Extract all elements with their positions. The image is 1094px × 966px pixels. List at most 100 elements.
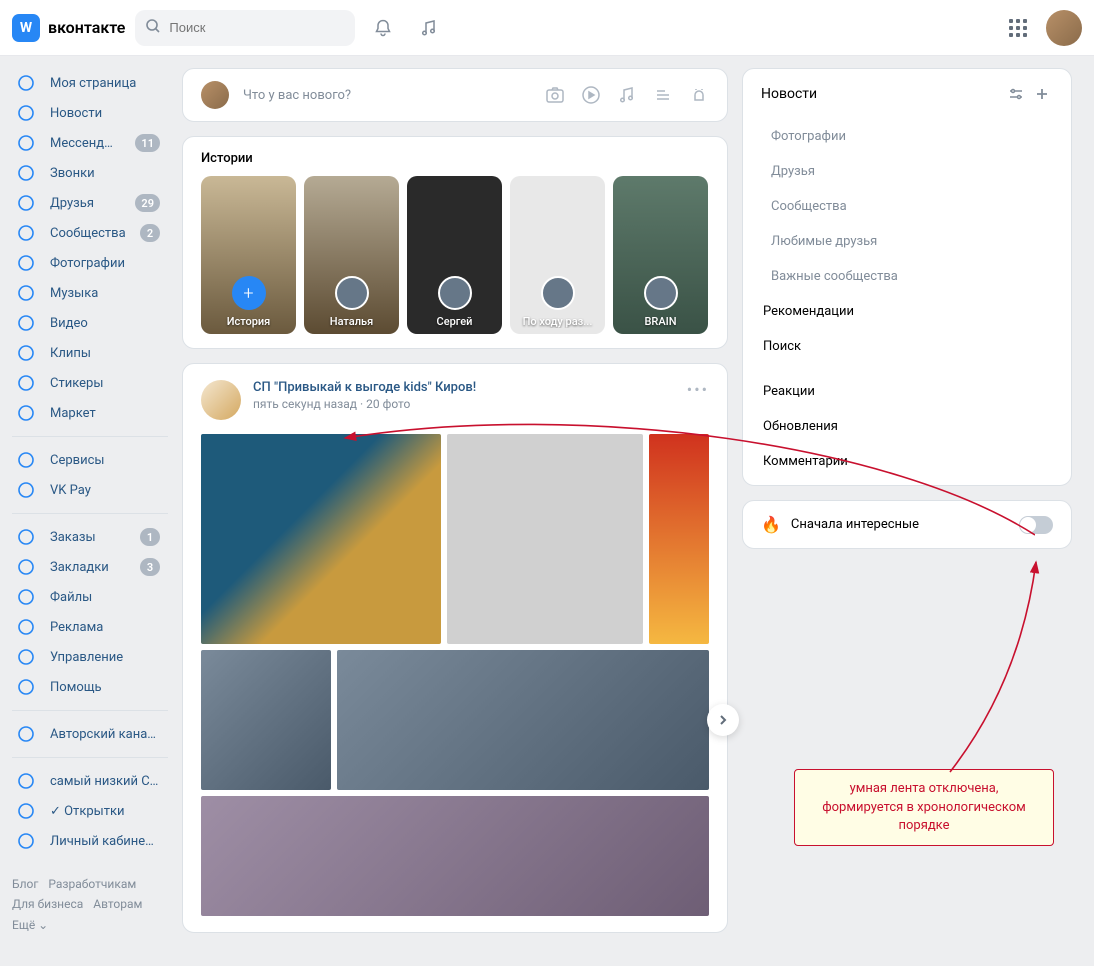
sidebar-item-label: Управление: [50, 650, 160, 665]
camera-icon[interactable]: [545, 85, 565, 105]
gallery-next-button[interactable]: [707, 704, 739, 736]
sidebar-item[interactable]: Реклама: [12, 612, 168, 642]
news-filter-link[interactable]: Комментарии: [743, 444, 1071, 479]
sidebar-item[interactable]: самый низкий СП2: [12, 766, 168, 796]
news-filter-link[interactable]: Любимые друзья: [743, 224, 1071, 259]
story-item[interactable]: Сергей: [407, 176, 502, 334]
sidebar-item[interactable]: Закладки3: [12, 552, 168, 582]
news-filter-link[interactable]: Сообщества: [743, 189, 1071, 224]
sidebar-item[interactable]: Стикеры: [12, 368, 168, 398]
sidebar-item[interactable]: Видео: [12, 308, 168, 338]
stories-section: Истории +ИсторияНатальяСергейПо ходу раз…: [182, 136, 728, 349]
news-filter-link[interactable]: Друзья: [743, 154, 1071, 189]
footer-link[interactable]: Блог: [12, 877, 38, 891]
bell-icon[interactable]: [365, 10, 401, 46]
post-author-link[interactable]: СП "Привыкай к выгоде kids" Киров!: [253, 380, 675, 395]
post-gallery[interactable]: [201, 434, 709, 644]
ads-icon: [16, 617, 36, 637]
sidebar-item[interactable]: Звонки: [12, 158, 168, 188]
play-icon[interactable]: [581, 85, 601, 105]
news-filter-link[interactable]: Важные сообщества: [743, 259, 1071, 294]
post-image[interactable]: [649, 434, 709, 644]
sidebar-item-label: Файлы: [50, 590, 160, 605]
news-filter-link[interactable]: Рекомендации: [743, 294, 1071, 329]
sidebar-item[interactable]: Маркет: [12, 398, 168, 428]
sidebar-item[interactable]: Личный кабинет S...: [12, 826, 168, 856]
sidebar-item[interactable]: Клипы: [12, 338, 168, 368]
brand-text: вконтакте: [48, 18, 125, 37]
sidebar-item-label: Моя страница: [50, 76, 160, 91]
story-item[interactable]: BRAIN: [613, 176, 708, 334]
story-label: BRAIN: [613, 315, 708, 328]
post-image[interactable]: [201, 434, 441, 644]
sidebar-item[interactable]: Файлы: [12, 582, 168, 612]
annotation-callout: умная лента отключена, формируется в хро…: [794, 769, 1054, 846]
post-image[interactable]: [337, 650, 709, 790]
search-input-wrap[interactable]: [135, 10, 355, 46]
note-icon[interactable]: [617, 85, 637, 105]
music-icon[interactable]: [411, 10, 447, 46]
post-image[interactable]: [201, 796, 709, 916]
sidebar-item[interactable]: VK Pay: [12, 475, 168, 505]
sidebar-item[interactable]: Фотографии: [12, 248, 168, 278]
news-filter-link[interactable]: Поиск: [743, 329, 1071, 364]
add-filter-icon[interactable]: [1031, 83, 1053, 105]
sidebar-item[interactable]: Новости: [12, 98, 168, 128]
search-input[interactable]: [169, 20, 329, 35]
sidebar-item[interactable]: Сервисы: [12, 445, 168, 475]
filter-settings-icon[interactable]: [1005, 83, 1027, 105]
add-story[interactable]: +История: [201, 176, 296, 334]
sidebar-item[interactable]: Заказы1: [12, 522, 168, 552]
sidebar-badge: 29: [135, 194, 160, 212]
news-filter-link[interactable]: Обновления: [743, 409, 1071, 444]
search-icon: [145, 18, 161, 38]
sidebar-item[interactable]: Музыка: [12, 278, 168, 308]
orders-icon: [16, 527, 36, 547]
donut-icon[interactable]: [689, 85, 709, 105]
composer-placeholder[interactable]: Что у вас нового?: [243, 88, 531, 103]
sidebar-badge: 1: [140, 528, 160, 546]
apps-icon[interactable]: [1000, 10, 1036, 46]
help-icon: [16, 677, 36, 697]
sidebar-item-label: Фотографии: [50, 256, 160, 271]
sidebar-item[interactable]: Авторский канал ...: [12, 719, 168, 749]
composer[interactable]: Что у вас нового?: [182, 68, 728, 122]
post-image[interactable]: [201, 650, 331, 790]
smart-feed-toggle[interactable]: [1019, 516, 1053, 534]
footer-link[interactable]: Ещё ⌄: [12, 918, 48, 932]
footer-link[interactable]: Разработчикам: [48, 877, 136, 891]
story-label: Наталья: [304, 315, 399, 328]
sidebar-item-label: Друзья: [50, 196, 121, 211]
footer-link[interactable]: Для бизнеса: [12, 897, 83, 911]
sidebar-item[interactable]: Управление: [12, 642, 168, 672]
article-icon[interactable]: [653, 85, 673, 105]
story-item[interactable]: По ходу раз...: [510, 176, 605, 334]
sidebar-item-label: VK Pay: [50, 483, 160, 498]
post-author-avatar[interactable]: [201, 380, 241, 420]
post-image[interactable]: [447, 434, 643, 644]
sidebar-item[interactable]: Друзья 29: [12, 188, 168, 218]
footer-link[interactable]: Авторам: [93, 897, 142, 911]
bookmarks-icon: [16, 557, 36, 577]
sidebar-badge: 3: [140, 558, 160, 576]
group-icon: [16, 831, 36, 851]
sidebar-item[interactable]: ✓ Открытки: [12, 796, 168, 826]
logo[interactable]: W вконтакте: [12, 14, 125, 42]
user-avatar[interactable]: [1046, 10, 1082, 46]
post-photo-count-link[interactable]: 20 фото: [366, 397, 410, 411]
news-filter-link[interactable]: Реакции: [743, 374, 1071, 409]
smart-feed-card: 🔥 Сначала интересные: [742, 500, 1072, 549]
news-icon: [16, 103, 36, 123]
story-avatar: [541, 276, 575, 310]
user-icon: [16, 73, 36, 93]
sidebar-item[interactable]: Моя страница: [12, 68, 168, 98]
post-more-button[interactable]: •••: [687, 380, 709, 399]
story-item[interactable]: Наталья: [304, 176, 399, 334]
sidebar-item[interactable]: Помощь: [12, 672, 168, 702]
sidebar-item[interactable]: Сообщества2: [12, 218, 168, 248]
sidebar-item-label: Сервисы: [50, 453, 160, 468]
files-icon: [16, 587, 36, 607]
sidebar-item[interactable]: Мессенджер11: [12, 128, 168, 158]
market-icon: [16, 403, 36, 423]
news-filter-link[interactable]: Фотографии: [743, 119, 1071, 154]
